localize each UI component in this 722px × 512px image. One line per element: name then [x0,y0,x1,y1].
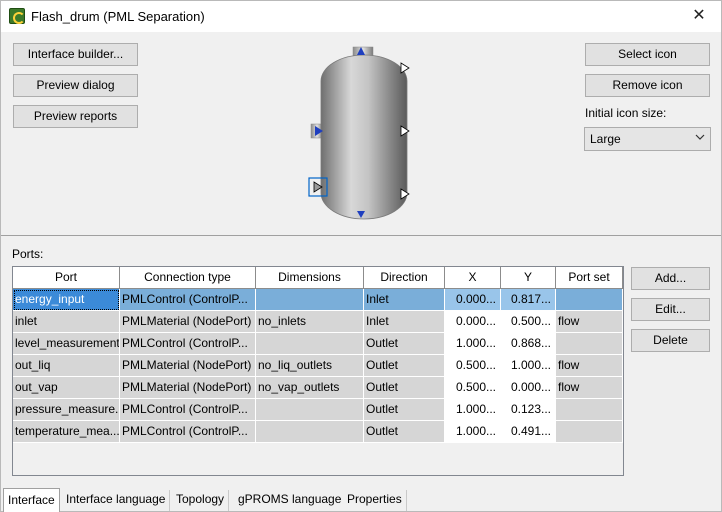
cell-x[interactable]: 0.500... [445,377,501,399]
cell-y[interactable]: 1.000... [501,355,556,377]
add-port-button[interactable]: Add... [631,267,710,290]
cell-direction[interactable]: Inlet [364,289,445,311]
interface-builder-button[interactable]: Interface builder... [13,43,138,66]
chevron-down-icon [695,134,705,140]
table-row[interactable]: temperature_mea... PMLControl (ControlP.… [13,421,623,443]
cell-dimensions[interactable] [256,333,364,355]
ports-table-header: Port Connection type Dimensions Directio… [13,267,623,289]
table-row[interactable]: out_liq PMLMaterial (NodePort) no_liq_ou… [13,355,623,377]
preview-dialog-button[interactable]: Preview dialog [13,74,138,97]
cell-port-set[interactable] [556,289,623,311]
cell-port[interactable]: inlet [13,311,120,333]
column-header-y[interactable]: Y [501,267,556,289]
cell-y[interactable]: 0.868... [501,333,556,355]
cell-x[interactable]: 1.000... [445,333,501,355]
dialog-window: Flash_drum (PML Separation) ✕ Interface … [0,0,722,512]
bottom-tab-bar: Interface Interface language Topology gP… [1,488,721,512]
cell-direction[interactable]: Outlet [364,333,445,355]
cell-x[interactable]: 0.000... [445,289,501,311]
cell-port[interactable]: out_vap [13,377,120,399]
cell-connection-type[interactable]: PMLMaterial (NodePort) [120,355,256,377]
table-row[interactable]: inlet PMLMaterial (NodePort) no_inlets I… [13,311,623,333]
cell-x[interactable]: 0.500... [445,355,501,377]
cell-y[interactable]: 0.000... [501,377,556,399]
gproms-app-icon [9,8,25,24]
icon-size-dropdown[interactable]: Large [584,127,711,151]
cell-port-set[interactable] [556,421,623,443]
preview-reports-button[interactable]: Preview reports [13,105,138,128]
cell-dimensions[interactable] [256,399,364,421]
cell-x[interactable]: 1.000... [445,421,501,443]
cell-x[interactable]: 0.000... [445,311,501,333]
pressure-port-marker [400,62,410,74]
cell-port-set[interactable]: flow [556,355,623,377]
window-title: Flash_drum (PML Separation) [31,9,205,24]
cell-connection-type[interactable]: PMLMaterial (NodePort) [120,377,256,399]
cell-y[interactable]: 0.491... [501,421,556,443]
cell-connection-type[interactable]: PMLControl (ControlP... [120,289,256,311]
select-icon-button[interactable]: Select icon [585,43,710,66]
ports-table: Port Connection type Dimensions Directio… [12,266,624,476]
model-icon-preview [301,41,421,223]
cell-port[interactable]: out_liq [13,355,120,377]
table-row[interactable]: level_measurement PMLControl (ControlP..… [13,333,623,355]
cell-port-set[interactable]: flow [556,377,623,399]
cell-y[interactable]: 0.817... [501,289,556,311]
title-bar: Flash_drum (PML Separation) ✕ [1,1,721,32]
remove-icon-button[interactable]: Remove icon [585,74,710,97]
cell-dimensions[interactable] [256,421,364,443]
table-row[interactable]: out_vap PMLMaterial (NodePort) no_vap_ou… [13,377,623,399]
tab-interface-language[interactable]: Interface language [62,490,171,511]
cell-connection-type[interactable]: PMLControl (ControlP... [120,399,256,421]
cell-y[interactable]: 0.500... [501,311,556,333]
initial-icon-size-label: Initial icon size: [585,106,667,120]
delete-port-button[interactable]: Delete [631,329,710,352]
cell-port-set[interactable] [556,399,623,421]
cell-direction[interactable]: Inlet [364,311,445,333]
cell-connection-type[interactable]: PMLMaterial (NodePort) [120,311,256,333]
cell-direction[interactable]: Outlet [364,355,445,377]
cell-dimensions[interactable]: no_liq_outlets [256,355,364,377]
cell-x[interactable]: 1.000... [445,399,501,421]
ports-label: Ports: [12,247,44,261]
column-header-dimensions[interactable]: Dimensions [256,267,364,289]
cell-port[interactable]: level_measurement [13,333,120,355]
cell-port[interactable]: pressure_measure... [13,399,120,421]
table-row[interactable]: pressure_measure... PMLControl (ControlP… [13,399,623,421]
cell-y[interactable]: 0.123... [501,399,556,421]
flash-drum-vessel-icon [308,46,410,220]
section-divider [1,235,721,236]
column-header-x[interactable]: X [445,267,501,289]
cell-direction[interactable]: Outlet [364,377,445,399]
close-button[interactable]: ✕ [687,5,711,27]
cell-connection-type[interactable]: PMLControl (ControlP... [120,421,256,443]
column-header-direction[interactable]: Direction [364,267,445,289]
cell-direction[interactable]: Outlet [364,399,445,421]
cell-dimensions[interactable]: no_vap_outlets [256,377,364,399]
cell-connection-type[interactable]: PMLControl (ControlP... [120,333,256,355]
cell-direction[interactable]: Outlet [364,421,445,443]
column-header-connection-type[interactable]: Connection type [120,267,256,289]
cell-port-set[interactable]: flow [556,311,623,333]
cell-dimensions[interactable] [256,289,364,311]
icon-size-value: Large [590,132,621,146]
cell-port-set[interactable] [556,333,623,355]
tab-interface[interactable]: Interface [3,488,60,512]
cell-port[interactable]: temperature_mea... [13,421,120,443]
column-header-port-set[interactable]: Port set [556,267,623,289]
tab-properties[interactable]: Properties [343,490,407,511]
edit-port-button[interactable]: Edit... [631,298,710,321]
tab-topology[interactable]: Topology [172,490,230,511]
table-row[interactable]: energy_input PMLControl (ControlP... Inl… [13,289,623,311]
cell-port[interactable]: energy_input [13,289,120,311]
cell-dimensions[interactable]: no_inlets [256,311,364,333]
column-header-port[interactable]: Port [13,267,120,289]
tab-gproms-language[interactable]: gPROMS language [234,490,347,511]
